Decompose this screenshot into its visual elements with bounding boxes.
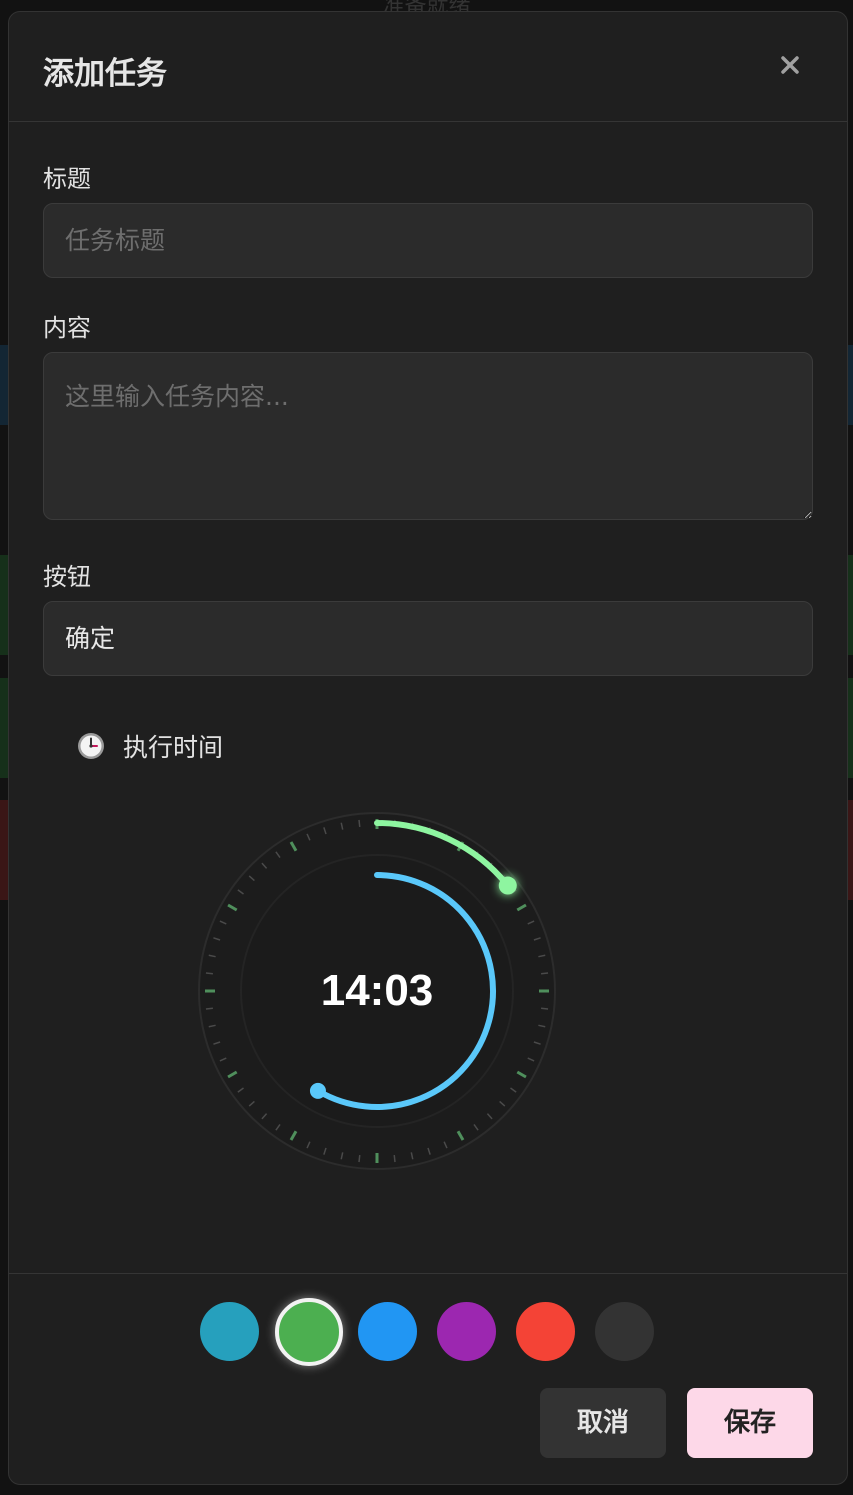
execution-time-row: 执行时间 [77, 728, 223, 764]
add-task-modal: 添加任务 标题 内容 按钮 确定 执行时间 [8, 11, 848, 1485]
content-label: 内容 [43, 314, 91, 342]
time-dial[interactable]: 14:03 [197, 811, 557, 1171]
content-textarea[interactable] [43, 352, 813, 520]
modal-title: 添加任务 [43, 56, 167, 92]
color-swatches [200, 1298, 654, 1366]
close-icon [781, 56, 799, 74]
color-swatch[interactable] [437, 1302, 496, 1361]
color-swatch[interactable] [200, 1302, 259, 1361]
button-label: 按钮 [43, 563, 91, 591]
color-swatch[interactable] [595, 1302, 654, 1361]
execution-time-label: 执行时间 [123, 733, 224, 762]
color-swatch[interactable] [516, 1302, 575, 1361]
modal-header: 添加任务 [9, 12, 847, 122]
title-input[interactable] [43, 203, 813, 278]
close-button[interactable] [773, 48, 807, 82]
save-button[interactable]: 保存 [687, 1388, 813, 1458]
time-display: 14:03 [320, 966, 434, 1015]
button-text-input[interactable]: 确定 [43, 601, 813, 676]
clock-icon [78, 733, 104, 759]
cancel-button[interactable]: 取消 [540, 1388, 666, 1458]
modal-footer: 取消 保存 [9, 1273, 847, 1484]
color-swatch[interactable] [358, 1302, 417, 1361]
color-swatch[interactable] [275, 1298, 343, 1366]
title-label: 标题 [43, 165, 91, 193]
